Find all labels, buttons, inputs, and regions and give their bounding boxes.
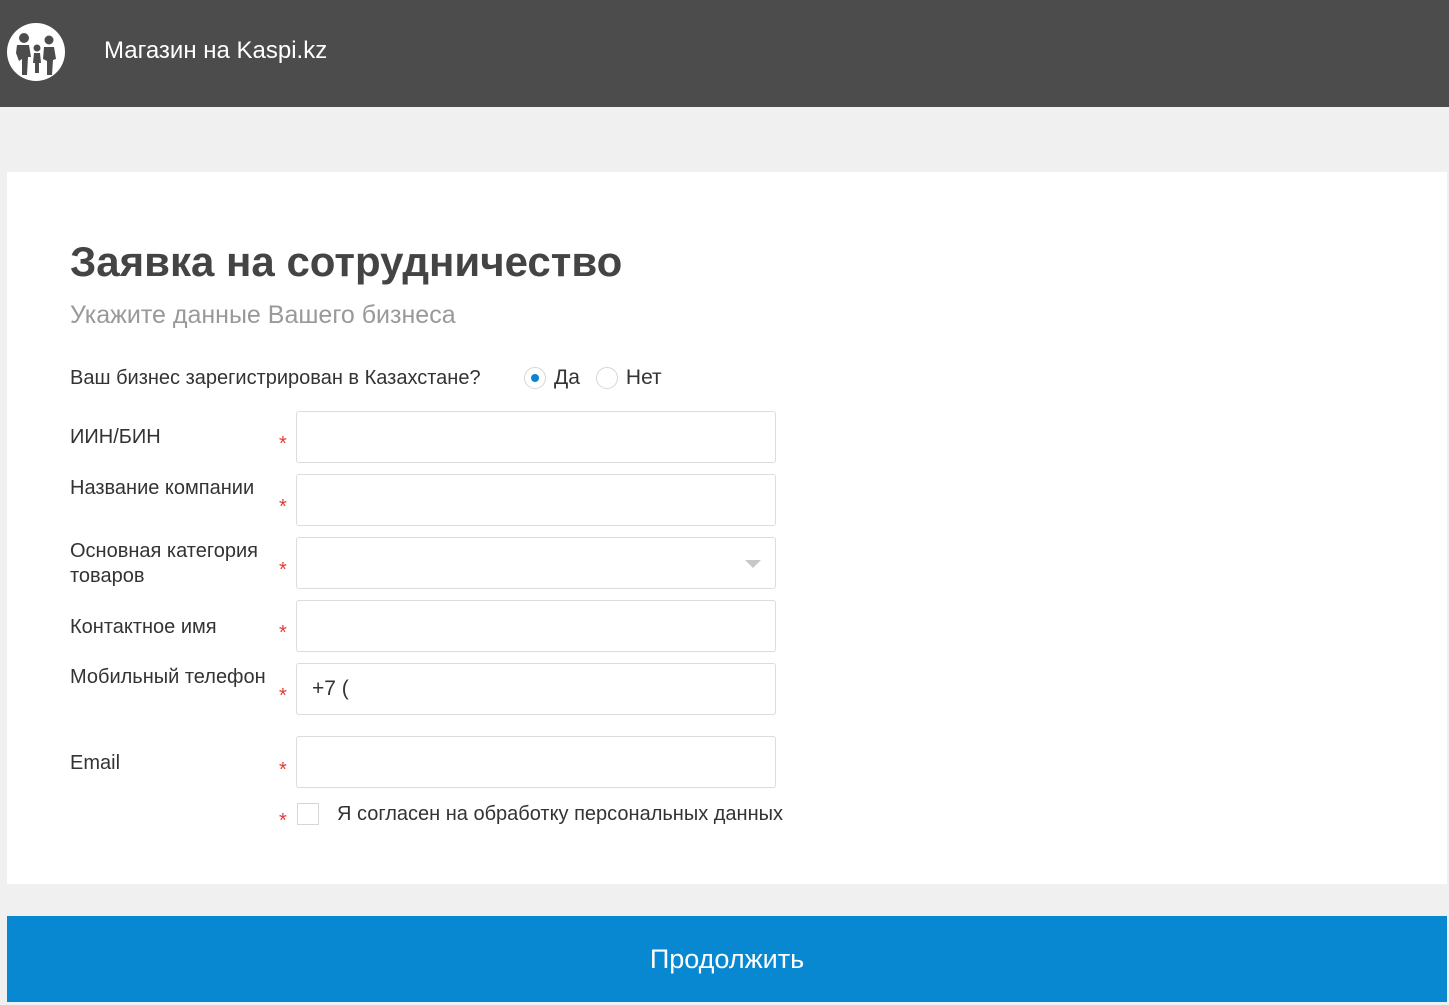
registration-radio-group: Да Нет bbox=[524, 363, 678, 393]
family-logo-icon[interactable] bbox=[7, 23, 65, 81]
phone-input[interactable] bbox=[296, 663, 776, 715]
phone-required-mark: * bbox=[279, 685, 287, 707]
iin-bin-required-mark: * bbox=[279, 433, 287, 455]
radio-no-label[interactable]: Нет bbox=[626, 363, 662, 393]
radio-yes[interactable] bbox=[524, 367, 546, 389]
consent-checkbox[interactable] bbox=[297, 803, 319, 825]
application-card: Заявка на сотрудничество Укажите данные … bbox=[7, 172, 1447, 884]
company-name-required-mark: * bbox=[279, 496, 287, 518]
phone-label: Мобильный телефон bbox=[70, 666, 266, 688]
page-title: Заявка на сотрудничество bbox=[70, 238, 623, 285]
category-select[interactable] bbox=[296, 537, 776, 589]
radio-yes-label[interactable]: Да bbox=[554, 363, 580, 393]
email-input[interactable] bbox=[296, 736, 776, 788]
radio-no[interactable] bbox=[595, 367, 618, 389]
iin-bin-input[interactable] bbox=[296, 411, 776, 463]
consent-required-mark: * bbox=[279, 810, 287, 832]
company-name-input[interactable] bbox=[296, 474, 776, 526]
contact-name-label: Контактное имя bbox=[70, 616, 217, 638]
chevron-down-icon[interactable] bbox=[745, 560, 761, 568]
registration-question-label: Ваш бизнес зарегистрирован в Казахстане? bbox=[70, 367, 481, 389]
contact-name-required-mark: * bbox=[279, 622, 287, 644]
category-required-mark: * bbox=[279, 559, 287, 581]
company-name-label: Название компании bbox=[70, 477, 255, 499]
page-subtitle: Укажите данные Вашего бизнеса bbox=[70, 301, 456, 329]
consent-label[interactable]: Я согласен на обработку персональных дан… bbox=[337, 800, 783, 828]
continue-button[interactable]: Продолжить bbox=[7, 916, 1447, 1002]
email-label: Email bbox=[70, 752, 121, 774]
category-label: Основная категория товаров bbox=[70, 540, 258, 587]
brand-title[interactable]: Магазин на Kaspi.kz bbox=[104, 36, 327, 66]
registration-question-row: Ваш бизнес зарегистрирован в Казахстане?… bbox=[70, 363, 662, 393]
contact-name-input[interactable] bbox=[296, 600, 776, 652]
top-bar: Магазин на Kaspi.kz bbox=[0, 0, 1449, 107]
iin-bin-label: ИИН/БИН bbox=[70, 426, 161, 448]
email-required-mark: * bbox=[279, 759, 287, 781]
